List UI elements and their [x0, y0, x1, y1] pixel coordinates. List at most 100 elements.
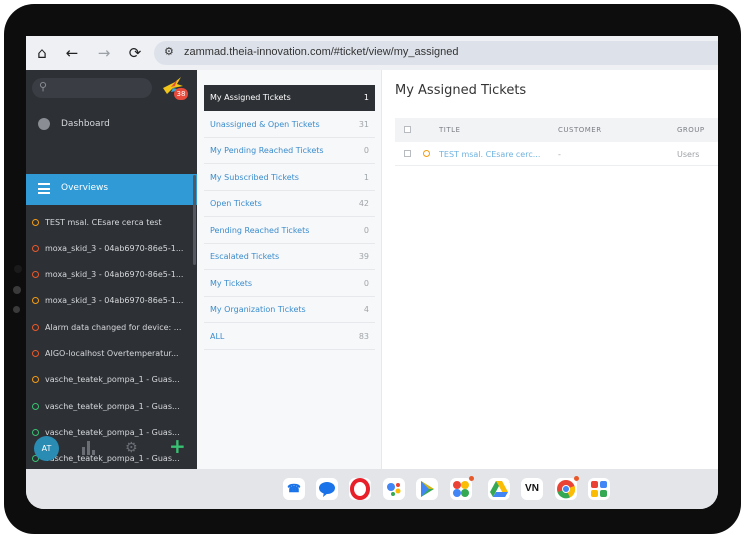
ticket-title: AIGO-localhost Overtemperatur...	[45, 349, 179, 358]
ticket-title: moxa_skid_3 - 04ab6970-86e5-1...	[45, 244, 184, 253]
menu-label: Overviews	[61, 183, 109, 193]
overview-label: My Assigned Tickets	[210, 93, 291, 102]
chrome-app-icon[interactable]	[555, 476, 579, 500]
reload-icon[interactable]: ⟳	[125, 43, 145, 63]
overview-count: 1	[363, 173, 369, 182]
overview-label: ALL	[210, 332, 225, 341]
column-header-customer[interactable]: CUSTOMER	[558, 126, 602, 134]
ticket-title: moxa_skid_3 - 04ab6970-86e5-1...	[45, 296, 184, 305]
overview-item[interactable]: Pending Reached Tickets 0	[204, 218, 375, 244]
overview-count: 0	[363, 279, 369, 288]
overview-item[interactable]: ALL 83	[204, 324, 375, 350]
menu-label: Dashboard	[61, 119, 110, 129]
overview-label: My Organization Tickets	[210, 305, 306, 314]
photos-app-icon[interactable]	[450, 476, 474, 500]
menu-dashboard[interactable]: Dashboard	[26, 110, 197, 141]
search-input[interactable]: ⚲	[32, 78, 152, 98]
sidebar-ticket[interactable]: Alarm data changed for device: ...	[26, 316, 197, 342]
status-icon	[32, 271, 39, 278]
overview-label: Escalated Tickets	[210, 252, 280, 261]
camera-dot	[14, 265, 22, 273]
overview-count: 42	[358, 199, 369, 208]
drive-app-icon[interactable]	[488, 478, 510, 500]
notification-badge[interactable]: 38	[174, 88, 188, 100]
overview-item[interactable]: Unassigned & Open Tickets 31	[204, 112, 375, 138]
url-text: zammad.theia-innovation.com/#ticket/view…	[184, 46, 459, 58]
overview-count: 1	[363, 93, 369, 102]
opera-app-icon[interactable]	[349, 478, 371, 500]
taskbar-dock: ☎ VN	[26, 469, 718, 509]
ticket-title-link[interactable]: TEST msal. CEsare cerc...	[439, 150, 540, 159]
messages-app-icon[interactable]	[316, 478, 338, 500]
status-icon	[32, 297, 39, 304]
sidebar-ticket[interactable]: vasche_teatek_pompa_1 - Guas...	[26, 395, 197, 421]
assistant-app-icon[interactable]	[383, 478, 405, 500]
sidebar-ticket[interactable]: moxa_skid_3 - 04ab6970-86e5-1...	[26, 289, 197, 315]
overview-item[interactable]: My Tickets 0	[204, 271, 375, 297]
menu-overviews[interactable]: Overviews	[26, 174, 197, 205]
notification-dot	[574, 476, 579, 481]
sidebar-footer: AT ⚙ +	[26, 431, 197, 469]
reports-icon[interactable]	[82, 441, 98, 455]
status-icon	[423, 150, 430, 157]
notification-dot	[469, 476, 474, 481]
status-icon	[32, 245, 39, 252]
overview-count: 39	[358, 252, 369, 261]
select-all-checkbox[interactable]	[404, 126, 411, 133]
overview-item[interactable]: Escalated Tickets 39	[204, 244, 375, 270]
main-content: My Assigned Tickets TITLE CUSTOMER GROUP…	[382, 70, 718, 469]
camera-dot	[13, 306, 20, 313]
table-row[interactable]: TEST msal. CEsare cerc... - Users	[395, 142, 718, 166]
launcher-app-icon[interactable]	[588, 478, 610, 500]
overview-item[interactable]: Open Tickets 42	[204, 191, 375, 217]
ticket-title: TEST msal. CEsare cerca test	[45, 218, 162, 227]
avatar[interactable]: AT	[34, 436, 59, 461]
overview-item[interactable]: My Organization Tickets 4	[204, 297, 375, 323]
sidebar-ticket[interactable]: moxa_skid_3 - 04ab6970-86e5-1...	[26, 263, 197, 289]
overview-count: 0	[363, 146, 369, 155]
overview-label: Pending Reached Tickets	[210, 226, 310, 235]
status-icon	[32, 219, 39, 226]
ticket-title: moxa_skid_3 - 04ab6970-86e5-1...	[45, 270, 184, 279]
overviews-list: My Assigned Tickets 1 Unassigned & Open T…	[197, 70, 382, 469]
home-icon[interactable]: ⌂	[32, 43, 52, 63]
address-bar[interactable]: ⚙ zammad.theia-innovation.com/#ticket/vi…	[154, 41, 718, 65]
ticket-title: vasche_teatek_pompa_1 - Guas...	[45, 402, 180, 411]
overview-item[interactable]: My Assigned Tickets 1	[204, 85, 375, 111]
sidebar-scrollbar[interactable]	[193, 175, 196, 265]
phone-app-icon[interactable]: ☎	[283, 478, 305, 500]
status-icon	[32, 376, 39, 383]
screen: ⌂ ← → ⟳ ⚙ zammad.theia-innovation.com/#t…	[26, 36, 718, 509]
browser-toolbar: ⌂ ← → ⟳ ⚙ zammad.theia-innovation.com/#t…	[26, 36, 718, 70]
sidebar-ticket[interactable]: TEST msal. CEsare cerca test	[26, 211, 197, 237]
row-checkbox[interactable]	[404, 150, 411, 157]
overview-label: My Subscribed Tickets	[210, 173, 299, 182]
back-icon[interactable]: ←	[62, 43, 82, 63]
overview-count: 31	[358, 120, 369, 129]
gear-icon[interactable]: ⚙	[125, 440, 138, 456]
overview-label: My Tickets	[210, 279, 253, 288]
column-header-group[interactable]: GROUP	[677, 126, 705, 134]
overview-item[interactable]: My Subscribed Tickets 1	[204, 165, 375, 191]
status-icon	[32, 350, 39, 357]
column-header-title[interactable]: TITLE	[439, 126, 460, 134]
sidebar-ticket[interactable]: AIGO-localhost Overtemperatur...	[26, 342, 197, 368]
search-icon: ⚲	[39, 80, 48, 93]
table-header: TITLE CUSTOMER GROUP	[395, 118, 718, 142]
sidebar-ticket[interactable]: moxa_skid_3 - 04ab6970-86e5-1...	[26, 237, 197, 263]
site-settings-icon[interactable]: ⚙	[164, 45, 174, 58]
add-ticket-icon[interactable]: +	[169, 434, 186, 458]
overview-count: 4	[363, 305, 369, 314]
sidebar-ticket[interactable]: vasche_teatek_pompa_1 - Guas...	[26, 368, 197, 394]
overview-item[interactable]: My Pending Reached Tickets 0	[204, 138, 375, 164]
forward-icon[interactable]: →	[94, 43, 114, 63]
play-store-app-icon[interactable]	[416, 478, 438, 500]
vn-app-icon[interactable]: VN	[521, 478, 543, 500]
overview-count: 0	[363, 226, 369, 235]
overview-label: Open Tickets	[210, 199, 262, 208]
camera-dot	[13, 286, 21, 294]
overview-label: My Pending Reached Tickets	[210, 146, 324, 155]
status-icon	[32, 324, 39, 331]
dashboard-icon	[38, 118, 50, 130]
overview-count: 83	[358, 332, 369, 341]
